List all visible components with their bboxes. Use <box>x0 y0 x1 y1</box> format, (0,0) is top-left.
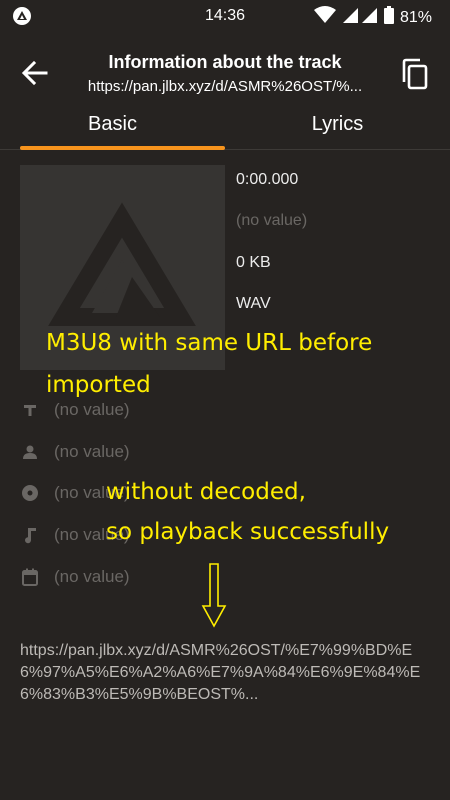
track-info-empty: (no value) <box>236 212 308 229</box>
battery-icon <box>383 6 394 29</box>
genre-music-note-icon <box>20 525 40 545</box>
app-notification-icon <box>12 6 32 31</box>
status-bar: 14:36 81% <box>0 0 450 32</box>
meta-date-value: (no value) <box>54 567 130 586</box>
annotation-line-2: imported <box>46 372 151 398</box>
title-text-icon <box>20 400 40 420</box>
tab-lyrics-label: Lyrics <box>311 113 364 135</box>
meta-artist-value: (no value) <box>54 442 130 461</box>
annotation-line-3: without decoded, <box>106 479 306 505</box>
tab-lyrics[interactable]: Lyrics <box>225 108 450 150</box>
active-tab-indicator <box>20 146 225 150</box>
tab-bar: Basic Lyrics <box>0 108 450 150</box>
meta-title-value: (no value) <box>54 400 130 419</box>
tab-basic[interactable]: Basic <box>0 108 225 150</box>
meta-row-title[interactable]: (no value) <box>20 398 130 422</box>
annotation-line-1: M3U8 with same URL before <box>46 330 373 356</box>
status-time: 14:36 <box>204 7 246 24</box>
down-arrow-annotation-icon <box>200 562 228 628</box>
meta-row-date[interactable]: (no value) <box>20 565 130 589</box>
app-header: Information about the track https://pan.… <box>0 40 450 108</box>
annotation-line-4: so playback successfully <box>106 519 390 545</box>
meta-row-artist[interactable]: (no value) <box>20 440 130 464</box>
page-subtitle-url: https://pan.jlbx.xyz/d/ASMR%26OST/%... <box>87 78 363 95</box>
arrow-back-icon[interactable] <box>20 58 50 88</box>
track-full-url[interactable]: https://pan.jlbx.xyz/d/ASMR%26OST/%E7%99… <box>20 640 435 706</box>
battery-percent: 81% <box>399 8 432 26</box>
tab-basic-label: Basic <box>88 113 137 135</box>
track-format: WAV <box>236 295 271 312</box>
page-title: Information about the track <box>108 52 342 72</box>
copy-icon[interactable] <box>400 58 430 90</box>
wifi-icon <box>313 6 336 29</box>
artist-person-icon <box>20 442 40 462</box>
calendar-icon <box>20 567 40 587</box>
signal-icon <box>342 6 378 29</box>
track-duration: 0:00.000 <box>236 171 299 188</box>
track-size: 0 KB <box>236 254 271 271</box>
album-disc-icon <box>20 483 40 503</box>
